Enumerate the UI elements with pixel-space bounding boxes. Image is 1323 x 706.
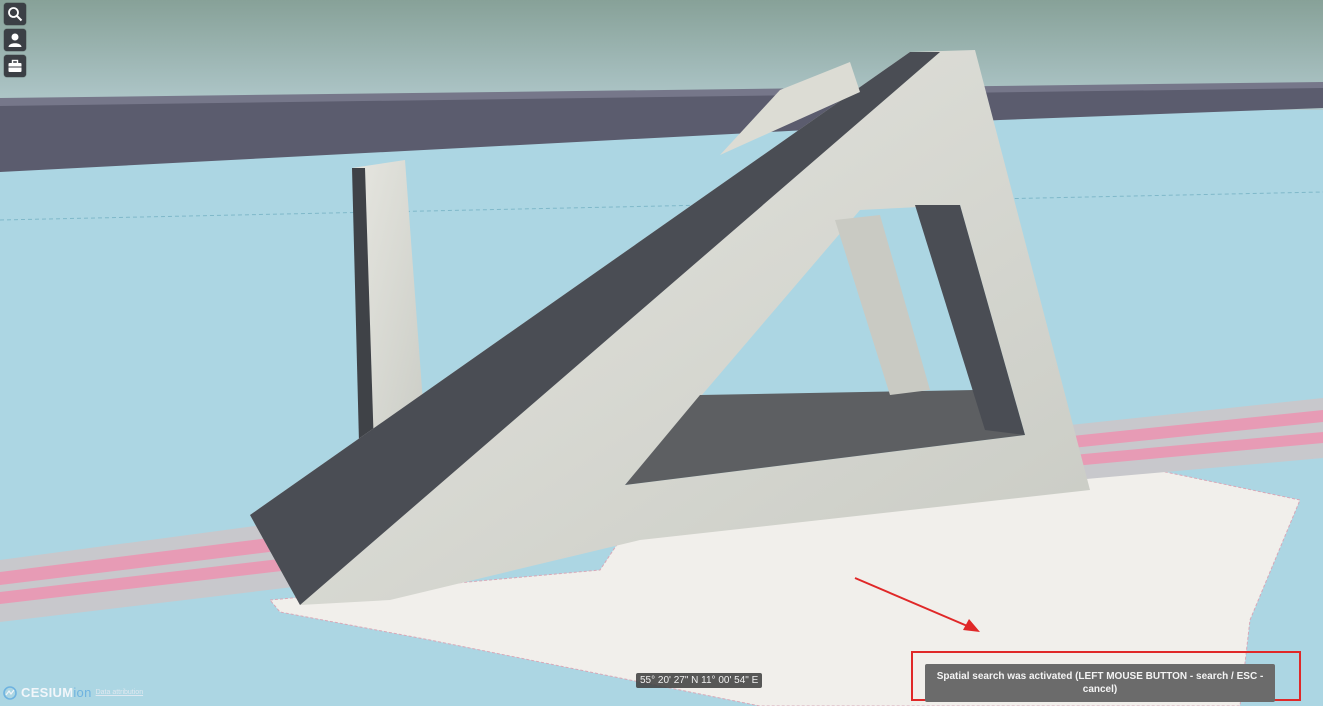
- data-attribution-link[interactable]: Data attribution: [96, 689, 143, 696]
- logo-secondary: ion: [73, 685, 92, 700]
- logo-primary: CESIUM: [21, 685, 74, 700]
- coordinates-readout: 55° 20' 27" N 11° 00' 54" E: [636, 673, 763, 688]
- user-icon: [8, 33, 22, 47]
- spatial-search-notification: Spatial search was activated (LEFT MOUSE…: [925, 664, 1275, 702]
- 3d-scene-viewport[interactable]: [0, 0, 1323, 706]
- search-button[interactable]: [4, 3, 26, 25]
- cesium-logo-icon: [3, 685, 17, 700]
- cesium-credits: CESIUMion Data attribution: [3, 685, 143, 700]
- user-button[interactable]: [4, 29, 26, 51]
- briefcase-icon: [8, 59, 22, 72]
- tools-button[interactable]: [4, 55, 26, 77]
- cesium-logo-text[interactable]: CESIUMion: [21, 685, 92, 700]
- toolbar: [4, 3, 26, 77]
- search-icon: [8, 7, 23, 22]
